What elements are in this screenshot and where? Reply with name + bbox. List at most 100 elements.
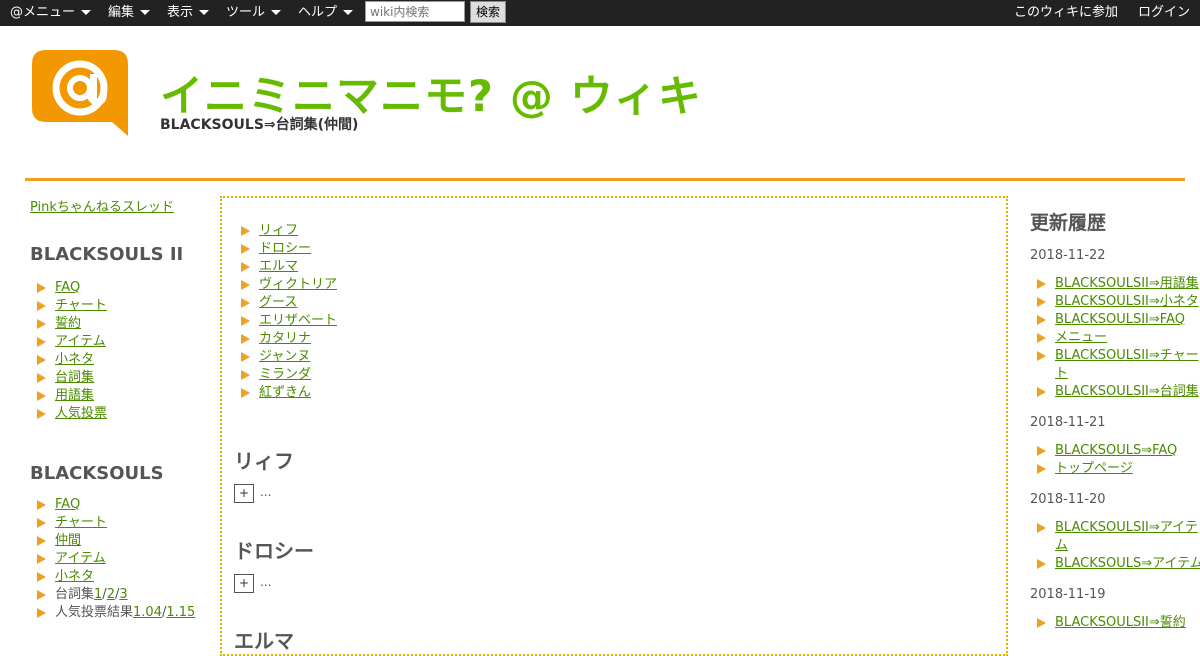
search-button[interactable]: 検索: [470, 1, 506, 23]
history-link[interactable]: BLACKSOULSII⇒誓約: [1055, 615, 1186, 630]
history-list: BLACKSOULSII⇒誓約: [1030, 614, 1200, 630]
sidebar-link[interactable]: FAQ: [55, 280, 80, 295]
history-link[interactable]: メニュー: [1055, 330, 1107, 345]
at-logo-icon: [32, 50, 128, 136]
login-link[interactable]: ログイン: [1138, 0, 1190, 26]
menu-atmenu-label: @メニュー: [10, 5, 76, 20]
sidebar-item-oath: 誓約: [30, 315, 107, 333]
history-item: BLACKSOULSII⇒FAQ: [1030, 311, 1200, 329]
history-date: 2018-11-21: [1030, 415, 1106, 430]
history-link[interactable]: BLACKSOULSII⇒用語集: [1055, 276, 1199, 291]
join-wiki-link[interactable]: このウィキに参加: [1014, 0, 1118, 26]
sidebar-link[interactable]: 用語集: [55, 388, 94, 403]
toc-item: ドロシー: [234, 240, 337, 258]
pink-thread-link[interactable]: Pinkちゃんねるスレッド: [30, 196, 174, 215]
section-heading-elma: エルマ: [234, 629, 294, 653]
toc-link[interactable]: ドロシー: [259, 241, 311, 256]
expand-toggle-button[interactable]: +: [234, 484, 254, 503]
sidebar-item-tips: 小ネタ: [30, 568, 195, 586]
sidebar-link[interactable]: FAQ: [55, 497, 80, 512]
toc-item: エルマ: [234, 258, 337, 276]
history-item: トップページ: [1030, 460, 1200, 478]
vote-version-link[interactable]: 1.15: [166, 605, 195, 620]
toc-item: リィフ: [234, 222, 337, 240]
section-heading-riifu: リィフ: [234, 449, 294, 473]
sidebar-item-chart: チャート: [30, 297, 107, 315]
history-item: BLACKSOULSII⇒用語集: [1030, 275, 1200, 293]
chevron-down-icon: [343, 10, 354, 15]
sidebar-link[interactable]: 小ネタ: [55, 352, 94, 367]
menu-view[interactable]: 表示: [167, 0, 210, 26]
history-link[interactable]: BLACKSOULSII⇒台詞集: [1055, 384, 1199, 399]
toc-link[interactable]: 紅ずきん: [259, 385, 311, 400]
lines-label: 台詞集: [55, 587, 95, 602]
sidebar-link[interactable]: 人気投票: [55, 406, 107, 421]
sidebar-list-blacksouls-ii: FAQ チャート 誓約 アイテム 小ネタ 台詞集 用語集 人気投票: [30, 279, 107, 423]
menu-edit[interactable]: 編集: [108, 0, 151, 26]
toc-item: エリザベート: [234, 312, 337, 330]
toc-link[interactable]: グース: [259, 295, 297, 310]
sidebar-link[interactable]: 小ネタ: [55, 569, 94, 584]
sidebar-item-faq: FAQ: [30, 496, 195, 514]
toc-link[interactable]: エリザベート: [259, 313, 337, 328]
chevron-down-icon: [140, 10, 151, 15]
history-link[interactable]: BLACKSOULSII⇒アイテム: [1055, 519, 1200, 555]
sidebar-link[interactable]: チャート: [55, 298, 107, 313]
menu-atmenu[interactable]: @メニュー: [10, 0, 92, 26]
chevron-down-icon: [81, 10, 92, 15]
history-link[interactable]: トップページ: [1055, 461, 1133, 476]
toc-link[interactable]: カタリナ: [259, 331, 311, 346]
sidebar-item-popularity-vote: 人気投票: [30, 405, 107, 423]
expand-toggle-button[interactable]: +: [234, 574, 254, 593]
toc-link[interactable]: リィフ: [259, 223, 298, 238]
history-date: 2018-11-22: [1030, 248, 1106, 263]
toc-link[interactable]: エルマ: [259, 259, 298, 274]
collapsed-ellipsis: ...: [260, 575, 272, 589]
sidebar-link[interactable]: 誓約: [55, 316, 81, 331]
history-item: BLACKSOULS⇒FAQ: [1030, 442, 1200, 460]
history-item: BLACKSOULSII⇒誓約: [1030, 614, 1200, 630]
history-item: BLACKSOULSII⇒小ネタ: [1030, 293, 1200, 311]
sidebar-link[interactable]: アイテム: [55, 334, 106, 349]
toc-item: ジャンヌ: [234, 348, 337, 366]
sidebar-link[interactable]: 台詞集: [55, 370, 94, 385]
toc-link[interactable]: ヴィクトリア: [259, 277, 337, 292]
history-item: BLACKSOULSII⇒チャート: [1030, 347, 1200, 383]
lines-page-link[interactable]: 2: [107, 587, 115, 602]
history-link[interactable]: BLACKSOULSII⇒チャート: [1055, 347, 1200, 383]
sidebar-item-lines: 台詞集: [30, 369, 107, 387]
page-title: BLACKSOULS⇒台詞集(仲間): [160, 117, 359, 133]
sidebar-link[interactable]: アイテム: [55, 551, 106, 566]
section-heading-dorothy: ドロシー: [234, 539, 314, 563]
sidebar-item-lines: 台詞集1/2/3: [30, 586, 195, 604]
vote-results-label: 人気投票結果: [55, 605, 134, 620]
history-link[interactable]: BLACKSOULS⇒アイテム: [1055, 556, 1200, 571]
history-link[interactable]: BLACKSOULSII⇒FAQ: [1055, 312, 1185, 327]
sidebar-item-vote-results: 人気投票結果1.04/1.15: [30, 604, 195, 622]
menu-help-label: ヘルプ: [298, 5, 338, 20]
sidebar-list-blacksouls: FAQ チャート 仲間 アイテム 小ネタ 台詞集1/2/3 人気投票結果1.04…: [30, 496, 195, 622]
toc-link[interactable]: ミランダ: [259, 367, 311, 382]
history-link[interactable]: BLACKSOULS⇒FAQ: [1055, 443, 1177, 458]
sidebar-item-items: アイテム: [30, 550, 195, 568]
update-history-title: 更新履歴: [1030, 212, 1107, 234]
sidebar-item-glossary: 用語集: [30, 387, 107, 405]
top-navigation-bar: @メニュー 編集 表示 ツール ヘルプ 検索 このウィキに参加 ログイン: [0, 0, 1200, 26]
atwiki-logo[interactable]: [32, 50, 128, 136]
toc-item: カタリナ: [234, 330, 337, 348]
toc-item: 紅ずきん: [234, 384, 337, 402]
sidebar-link[interactable]: 仲間: [55, 533, 81, 548]
sidebar-link[interactable]: チャート: [55, 515, 107, 530]
history-link[interactable]: BLACKSOULSII⇒小ネタ: [1055, 294, 1199, 309]
right-sidebar: 更新履歴 2018-11-22 BLACKSOULSII⇒用語集 BLACKSO…: [1030, 196, 1200, 630]
wiki-search-input[interactable]: [365, 1, 465, 22]
menu-tools[interactable]: ツール: [226, 0, 282, 26]
lines-page-link[interactable]: 3: [119, 587, 127, 602]
toc-link[interactable]: ジャンヌ: [259, 349, 310, 364]
header-divider: [25, 178, 1185, 181]
menu-help[interactable]: ヘルプ: [298, 0, 354, 26]
sidebar-heading-blacksouls-ii: BLACKSOULS II: [30, 244, 184, 265]
history-list: BLACKSOULSII⇒用語集 BLACKSOULSII⇒小ネタ BLACKS…: [1030, 275, 1200, 401]
vote-version-link[interactable]: 1.04: [133, 605, 162, 620]
toc-item: ヴィクトリア: [234, 276, 337, 294]
